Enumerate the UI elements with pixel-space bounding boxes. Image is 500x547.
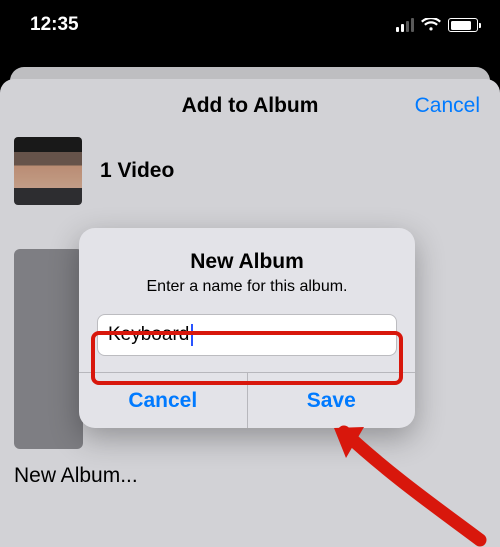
alert-buttons: Cancel Save bbox=[79, 372, 415, 428]
text-cursor bbox=[191, 324, 193, 346]
alert-cancel-button[interactable]: Cancel bbox=[79, 373, 247, 428]
sheet-cancel-button[interactable]: Cancel bbox=[415, 79, 480, 133]
sheet-header: Add to Album Cancel bbox=[0, 79, 500, 133]
new-album-label[interactable]: New Album... bbox=[14, 464, 138, 488]
cellular-signal-icon bbox=[396, 18, 414, 32]
status-right bbox=[396, 18, 478, 32]
album-thumbnail-placeholder bbox=[14, 249, 83, 449]
alert-save-button[interactable]: Save bbox=[247, 373, 416, 428]
status-bar: 12:35 bbox=[0, 0, 500, 50]
new-album-alert: New Album Enter a name for this album. C… bbox=[79, 228, 415, 428]
sheet-title: Add to Album bbox=[182, 94, 319, 118]
album-name-input[interactable] bbox=[108, 324, 191, 346]
battery-icon bbox=[448, 18, 478, 32]
alert-message: Enter a name for this album. bbox=[97, 278, 397, 296]
alert-title: New Album bbox=[97, 250, 397, 274]
status-time: 12:35 bbox=[30, 14, 79, 36]
wifi-icon bbox=[421, 18, 441, 32]
album-name-field[interactable] bbox=[97, 314, 397, 356]
